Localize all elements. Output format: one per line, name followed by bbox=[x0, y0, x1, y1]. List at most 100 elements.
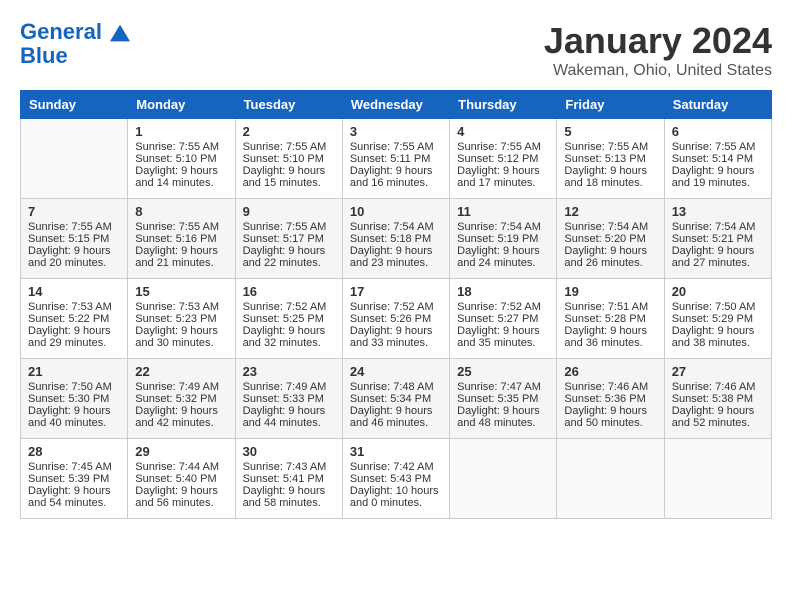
daylight-text: Daylight: 9 hours and 36 minutes. bbox=[564, 325, 656, 349]
daylight-text: Daylight: 9 hours and 24 minutes. bbox=[457, 245, 549, 269]
sunrise-text: Sunrise: 7:55 AM bbox=[135, 221, 227, 233]
day-number: 27 bbox=[672, 364, 764, 379]
day-number: 9 bbox=[243, 204, 335, 219]
month-title: January 2024 bbox=[544, 20, 772, 62]
day-number: 23 bbox=[243, 364, 335, 379]
sunset-text: Sunset: 5:19 PM bbox=[457, 233, 549, 245]
sunset-text: Sunset: 5:30 PM bbox=[28, 393, 120, 405]
sunrise-text: Sunrise: 7:53 AM bbox=[135, 301, 227, 313]
day-cell: 31Sunrise: 7:42 AMSunset: 5:43 PMDayligh… bbox=[342, 439, 449, 519]
daylight-text: Daylight: 9 hours and 16 minutes. bbox=[350, 165, 442, 189]
daylight-text: Daylight: 9 hours and 44 minutes. bbox=[243, 405, 335, 429]
day-number: 13 bbox=[672, 204, 764, 219]
day-number: 6 bbox=[672, 124, 764, 139]
daylight-text: Daylight: 9 hours and 29 minutes. bbox=[28, 325, 120, 349]
day-cell: 10Sunrise: 7:54 AMSunset: 5:18 PMDayligh… bbox=[342, 199, 449, 279]
day-cell: 3Sunrise: 7:55 AMSunset: 5:11 PMDaylight… bbox=[342, 119, 449, 199]
day-cell: 15Sunrise: 7:53 AMSunset: 5:23 PMDayligh… bbox=[128, 279, 235, 359]
week-row-1: 1Sunrise: 7:55 AMSunset: 5:10 PMDaylight… bbox=[21, 119, 772, 199]
day-cell: 8Sunrise: 7:55 AMSunset: 5:16 PMDaylight… bbox=[128, 199, 235, 279]
sunrise-text: Sunrise: 7:55 AM bbox=[243, 141, 335, 153]
sunrise-text: Sunrise: 7:55 AM bbox=[350, 141, 442, 153]
sunrise-text: Sunrise: 7:54 AM bbox=[457, 221, 549, 233]
day-cell: 29Sunrise: 7:44 AMSunset: 5:40 PMDayligh… bbox=[128, 439, 235, 519]
sunrise-text: Sunrise: 7:54 AM bbox=[672, 221, 764, 233]
day-number: 5 bbox=[564, 124, 656, 139]
day-number: 24 bbox=[350, 364, 442, 379]
sunset-text: Sunset: 5:33 PM bbox=[243, 393, 335, 405]
calendar-header-row: SundayMondayTuesdayWednesdayThursdayFrid… bbox=[21, 91, 772, 119]
header-cell-friday: Friday bbox=[557, 91, 664, 119]
day-cell: 22Sunrise: 7:49 AMSunset: 5:32 PMDayligh… bbox=[128, 359, 235, 439]
day-number: 31 bbox=[350, 444, 442, 459]
day-number: 30 bbox=[243, 444, 335, 459]
daylight-text: Daylight: 9 hours and 33 minutes. bbox=[350, 325, 442, 349]
location-title: Wakeman, Ohio, United States bbox=[544, 62, 772, 80]
header-cell-thursday: Thursday bbox=[450, 91, 557, 119]
calendar-body: 1Sunrise: 7:55 AMSunset: 5:10 PMDaylight… bbox=[21, 119, 772, 519]
week-row-4: 21 Sunrise: 7:50 AMSunset: 5:30 PM Dayligh… bbox=[21, 359, 772, 439]
day-cell: 11Sunrise: 7:54 AMSunset: 5:19 PMDayligh… bbox=[450, 199, 557, 279]
sunrise-text: Sunrise: 7:55 AM bbox=[243, 221, 335, 233]
daylight-text: Daylight: 9 hours and 21 minutes. bbox=[135, 245, 227, 269]
day-cell: 20Sunrise: 7:50 AMSunset: 5:29 PMDayligh… bbox=[664, 279, 771, 359]
daylight-text: Daylight: 9 hours and 18 minutes. bbox=[564, 165, 656, 189]
day-cell: 25Sunrise: 7:47 AMSunset: 5:35 PMDayligh… bbox=[450, 359, 557, 439]
day-cell: 21Sunrise: 7:50 AMSunset: 5:30 PMDayligh… bbox=[21, 359, 128, 439]
day-cell bbox=[450, 439, 557, 519]
day-cell: 27Sunrise: 7:46 AMSunset: 5:38 PMDayligh… bbox=[664, 359, 771, 439]
day-number: 28 bbox=[28, 444, 120, 459]
daylight-text: Daylight: 9 hours and 48 minutes. bbox=[457, 405, 549, 429]
sunset-text: Sunset: 5:35 PM bbox=[457, 393, 549, 405]
daylight-text: Daylight: 9 hours and 27 minutes. bbox=[672, 245, 764, 269]
sunrise-text: Sunrise: 7:42 AM bbox=[350, 461, 442, 473]
sunrise-text: Sunrise: 7:48 AM bbox=[350, 381, 442, 393]
day-number: 22 bbox=[135, 364, 227, 379]
sunset-text: Sunset: 5:20 PM bbox=[564, 233, 656, 245]
daylight-text: Daylight: 9 hours and 35 minutes. bbox=[457, 325, 549, 349]
week-row-3: 14Sunrise: 7:53 AMSunset: 5:22 PMDayligh… bbox=[21, 279, 772, 359]
daylight-text: Daylight: 9 hours and 19 minutes. bbox=[672, 165, 764, 189]
daylight-text: Daylight: 9 hours and 50 minutes. bbox=[564, 405, 656, 429]
day-cell: 18Sunrise: 7:52 AMSunset: 5:27 PMDayligh… bbox=[450, 279, 557, 359]
day-number: 20 bbox=[672, 284, 764, 299]
daylight-text: Daylight: 9 hours and 52 minutes. bbox=[672, 405, 764, 429]
day-cell: 4Sunrise: 7:55 AMSunset: 5:12 PMDaylight… bbox=[450, 119, 557, 199]
daylight-text: Daylight: 9 hours and 15 minutes. bbox=[243, 165, 335, 189]
daylight-text: Daylight: 9 hours and 30 minutes. bbox=[135, 325, 227, 349]
day-number: 1 bbox=[135, 124, 227, 139]
sunrise-text: Sunrise: 7:55 AM bbox=[672, 141, 764, 153]
header: General Blue January 2024 Wakeman, Ohio,… bbox=[20, 20, 772, 80]
sunrise-text: Sunrise: 7:50 AM bbox=[28, 381, 120, 393]
day-cell: 26Sunrise: 7:46 AMSunset: 5:36 PMDayligh… bbox=[557, 359, 664, 439]
daylight-text: Daylight: 9 hours and 56 minutes. bbox=[135, 485, 227, 509]
logo-text: General Blue bbox=[20, 20, 130, 68]
day-cell bbox=[21, 119, 128, 199]
day-cell: 13Sunrise: 7:54 AMSunset: 5:21 PMDayligh… bbox=[664, 199, 771, 279]
sunrise-text: Sunrise: 7:55 AM bbox=[564, 141, 656, 153]
sunset-text: Sunset: 5:10 PM bbox=[243, 153, 335, 165]
sunrise-text: Sunrise: 7:52 AM bbox=[457, 301, 549, 313]
day-number: 3 bbox=[350, 124, 442, 139]
calendar-table: SundayMondayTuesdayWednesdayThursdayFrid… bbox=[20, 90, 772, 519]
week-row-5: 28Sunrise: 7:45 AMSunset: 5:39 PMDayligh… bbox=[21, 439, 772, 519]
daylight-text: Daylight: 9 hours and 20 minutes. bbox=[28, 245, 120, 269]
sunset-text: Sunset: 5:41 PM bbox=[243, 473, 335, 485]
day-number: 21 bbox=[28, 364, 120, 379]
day-number: 17 bbox=[350, 284, 442, 299]
sunrise-text: Sunrise: 7:55 AM bbox=[135, 141, 227, 153]
sunset-text: Sunset: 5:39 PM bbox=[28, 473, 120, 485]
day-cell: 6 Sunrise: 7:55 AMSunset: 5:14 PMDaylight… bbox=[664, 119, 771, 199]
daylight-text: Daylight: 9 hours and 54 minutes. bbox=[28, 485, 120, 509]
day-cell: 23Sunrise: 7:49 AMSunset: 5:33 PMDayligh… bbox=[235, 359, 342, 439]
day-number: 15 bbox=[135, 284, 227, 299]
daylight-text: Daylight: 9 hours and 23 minutes. bbox=[350, 245, 442, 269]
day-cell: 24Sunrise: 7:48 AMSunset: 5:34 PMDayligh… bbox=[342, 359, 449, 439]
sunset-text: Sunset: 5:38 PM bbox=[672, 393, 764, 405]
sunset-text: Sunset: 5:14 PM bbox=[672, 153, 764, 165]
day-cell: 12Sunrise: 7:54 AMSunset: 5:20 PMDayligh… bbox=[557, 199, 664, 279]
sunrise-text: Sunrise: 7:44 AM bbox=[135, 461, 227, 473]
sunrise-text: Sunrise: 7:52 AM bbox=[350, 301, 442, 313]
sunrise-text: Sunrise: 7:51 AM bbox=[564, 301, 656, 313]
daylight-text: Daylight: 9 hours and 26 minutes. bbox=[564, 245, 656, 269]
